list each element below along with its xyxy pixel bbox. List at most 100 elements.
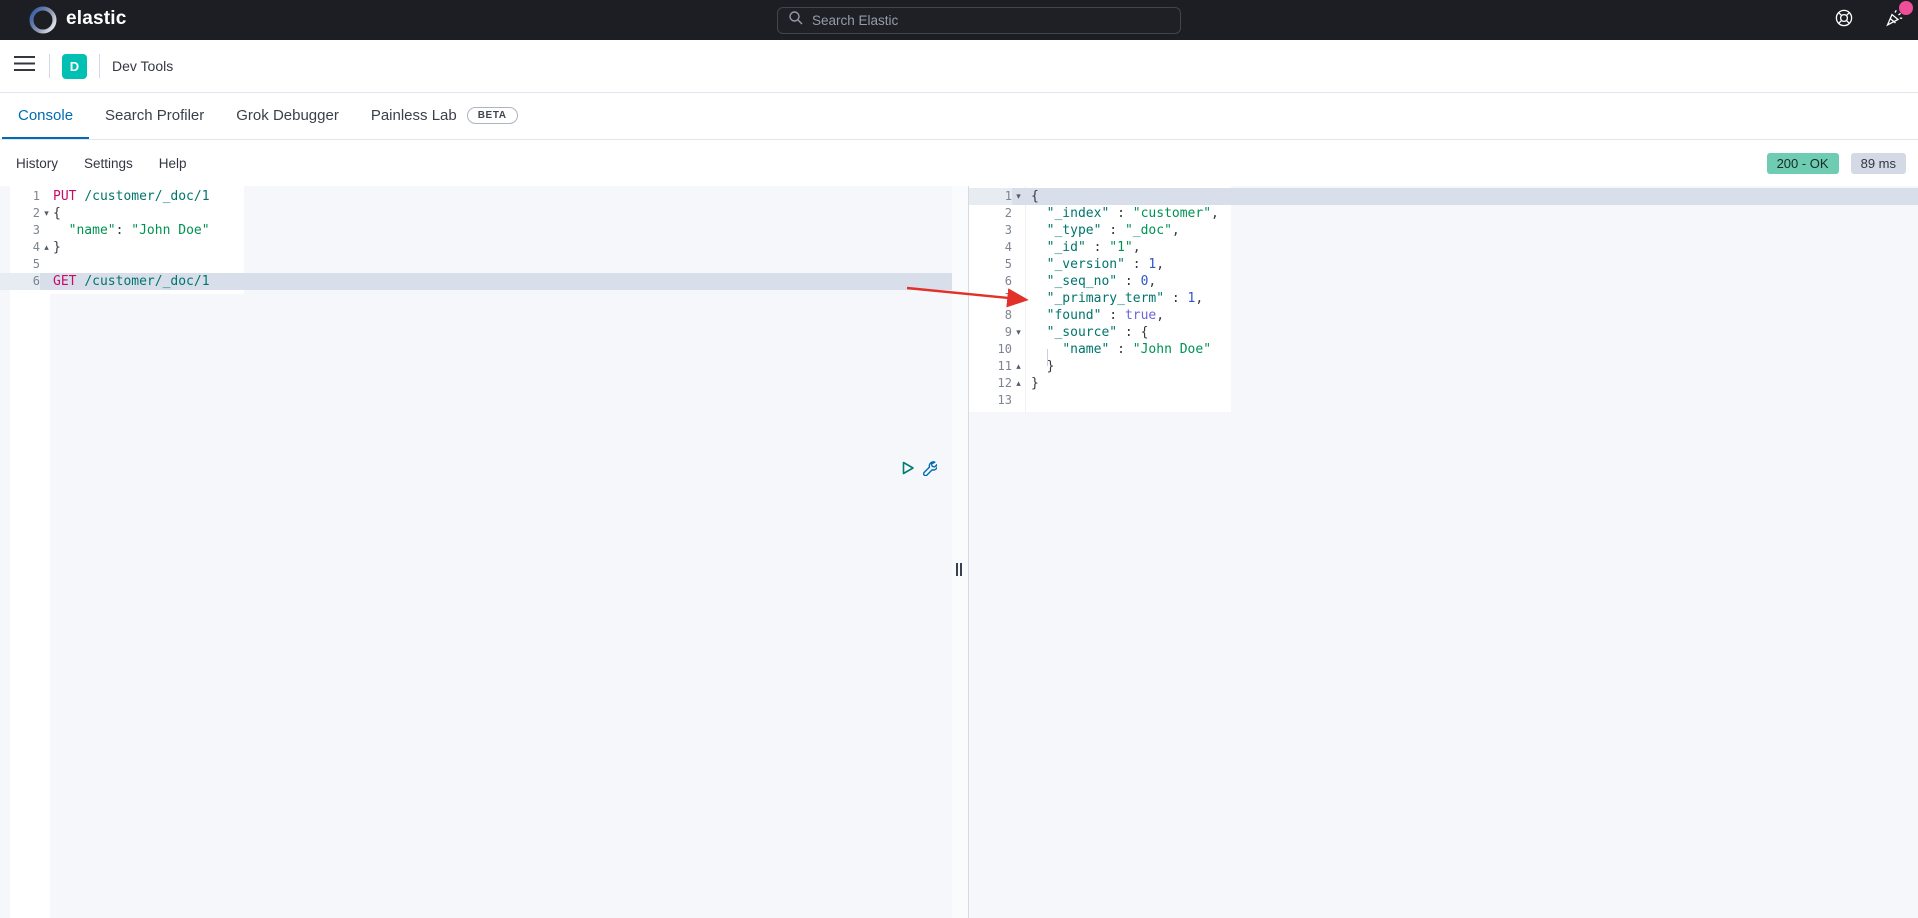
menu-history[interactable]: History bbox=[16, 156, 58, 171]
line-number: 9 bbox=[969, 324, 1012, 341]
code-text: } bbox=[53, 239, 952, 256]
fold-caret-empty bbox=[40, 188, 53, 205]
menu-settings[interactable]: Settings bbox=[84, 156, 133, 171]
code-text: "_id" : "1", bbox=[1025, 239, 1918, 256]
divider bbox=[99, 54, 100, 78]
code-text: "_primary_term" : 1, bbox=[1025, 290, 1918, 307]
response-line-3[interactable]: 3 "_type" : "_doc", bbox=[969, 222, 1918, 239]
code-text: "name": "John Doe" bbox=[53, 222, 952, 239]
deployment-badge[interactable]: D bbox=[62, 54, 87, 79]
request-line-1[interactable]: 1 PUT /customer/_doc/1 bbox=[0, 188, 952, 205]
request-editor[interactable]: 1 PUT /customer/_doc/12▾{3 "name": "John … bbox=[0, 186, 952, 918]
code-text bbox=[1025, 392, 1918, 409]
code-text: } bbox=[1025, 358, 1918, 375]
elastic-logo-icon[interactable] bbox=[28, 5, 58, 35]
line-number: 10 bbox=[969, 341, 1012, 358]
line-number: 4 bbox=[0, 239, 40, 256]
request-line-actions bbox=[902, 461, 948, 475]
brand-text: elastic bbox=[66, 8, 127, 30]
response-time-badge: 89 ms bbox=[1851, 153, 1906, 174]
fold-caret-empty bbox=[1012, 392, 1025, 409]
line-number: 4 bbox=[969, 239, 1012, 256]
response-line-5[interactable]: 5 "_version" : 1, bbox=[969, 256, 1918, 273]
beta-badge: BETA bbox=[467, 107, 518, 124]
response-line-2[interactable]: 2 "_index" : "customer", bbox=[969, 205, 1918, 222]
global-header: elastic Search Elastic bbox=[0, 0, 1918, 40]
line-number: 6 bbox=[0, 273, 40, 290]
divider bbox=[49, 54, 50, 78]
fold-caret-icon[interactable]: ▾ bbox=[40, 205, 53, 222]
response-viewer[interactable]: 1▾{2 "_index" : "customer",3 "_type" : "… bbox=[969, 186, 1918, 918]
line-number: 13 bbox=[969, 392, 1012, 409]
tab-console[interactable]: Console bbox=[2, 93, 89, 139]
line-number: 11 bbox=[969, 358, 1012, 375]
code-text: { bbox=[53, 205, 952, 222]
fold-caret-icon[interactable]: ▴ bbox=[40, 239, 53, 256]
request-line-4[interactable]: 4▴} bbox=[0, 239, 952, 256]
line-number: 3 bbox=[0, 222, 40, 239]
line-number: 3 bbox=[969, 222, 1012, 239]
code-text: "_source" : { bbox=[1025, 324, 1918, 341]
menu-hamburger-icon[interactable] bbox=[14, 56, 35, 76]
line-number: 6 bbox=[969, 273, 1012, 290]
console-workspace: 1PUT /customer/_doc/12▾{3 "name": "John … bbox=[0, 186, 1918, 918]
fold-caret-empty bbox=[40, 222, 53, 239]
line-number: 1 bbox=[0, 188, 40, 205]
request-line-3[interactable]: 3 "name": "John Doe" bbox=[0, 222, 952, 239]
fold-caret-empty bbox=[1012, 205, 1025, 222]
global-search-input[interactable]: Search Elastic bbox=[777, 7, 1181, 34]
fold-caret-empty bbox=[1012, 239, 1025, 256]
tab-grok-debugger[interactable]: Grok Debugger bbox=[220, 93, 355, 139]
response-line-9[interactable]: 9▾ "_source" : { bbox=[969, 324, 1918, 341]
send-request-play-icon[interactable] bbox=[902, 461, 915, 475]
response-line-4[interactable]: 4 "_id" : "1", bbox=[969, 239, 1918, 256]
breadcrumb[interactable]: Dev Tools bbox=[112, 58, 173, 74]
tab-search-profiler[interactable]: Search Profiler bbox=[89, 93, 220, 139]
help-buoy-icon[interactable] bbox=[1834, 8, 1854, 33]
response-line-1[interactable]: 1▾{ bbox=[969, 188, 1918, 205]
response-line-10[interactable]: 10 "name" : "John Doe" bbox=[969, 341, 1918, 358]
request-line-5[interactable]: 5 bbox=[0, 256, 952, 273]
request-line-6[interactable]: 6 GET /customer/_doc/1 bbox=[0, 273, 952, 290]
menu-help[interactable]: Help bbox=[159, 156, 187, 171]
fold-caret-empty bbox=[1012, 341, 1025, 358]
response-line-7[interactable]: 7 "_primary_term" : 1, bbox=[969, 290, 1918, 307]
code-text: PUT /customer/_doc/1 bbox=[53, 188, 952, 205]
fold-caret-empty bbox=[40, 273, 53, 290]
fold-caret-empty bbox=[1012, 222, 1025, 239]
fold-caret-empty bbox=[1012, 290, 1025, 307]
code-text: "_type" : "_doc", bbox=[1025, 222, 1918, 239]
tab-painless-lab[interactable]: Painless Lab BETA bbox=[355, 93, 534, 139]
indent-guide bbox=[1047, 349, 1048, 366]
code-text: "_index" : "customer", bbox=[1025, 205, 1918, 222]
panel-resize-handle[interactable] bbox=[952, 186, 969, 918]
code-text bbox=[53, 256, 952, 273]
resize-grip-icon bbox=[956, 563, 965, 576]
search-icon bbox=[788, 10, 804, 31]
response-line-13[interactable]: 13 bbox=[969, 392, 1918, 409]
code-text: "found" : true, bbox=[1025, 307, 1918, 324]
response-line-12[interactable]: 12▴} bbox=[969, 375, 1918, 392]
response-line-11[interactable]: 11▴ } bbox=[969, 358, 1918, 375]
code-text: GET /customer/_doc/1 bbox=[53, 273, 952, 290]
notification-dot bbox=[1899, 1, 1913, 15]
code-text: } bbox=[1025, 375, 1918, 392]
request-options-wrench-icon[interactable] bbox=[921, 461, 937, 475]
line-number: 8 bbox=[969, 307, 1012, 324]
request-line-2[interactable]: 2▾{ bbox=[0, 205, 952, 222]
fold-caret-empty bbox=[1012, 273, 1025, 290]
response-line-6[interactable]: 6 "_seq_no" : 0, bbox=[969, 273, 1918, 290]
code-text: "name" : "John Doe" bbox=[1025, 341, 1918, 358]
line-number: 12 bbox=[969, 375, 1012, 392]
line-number: 2 bbox=[969, 205, 1012, 222]
code-text: "_version" : 1, bbox=[1025, 256, 1918, 273]
fold-caret-icon[interactable]: ▾ bbox=[1012, 188, 1025, 205]
console-menu-bar: History Settings Help 200 - OK 89 ms bbox=[0, 140, 1918, 186]
fold-caret-empty bbox=[40, 256, 53, 273]
response-line-8[interactable]: 8 "found" : true, bbox=[969, 307, 1918, 324]
fold-caret-icon[interactable]: ▾ bbox=[1012, 324, 1025, 341]
fold-caret-icon[interactable]: ▴ bbox=[1012, 358, 1025, 375]
kibana-dev-tools-page: elastic Search Elastic bbox=[0, 0, 1918, 918]
fold-caret-icon[interactable]: ▴ bbox=[1012, 375, 1025, 392]
status-badge: 200 - OK bbox=[1767, 153, 1839, 174]
